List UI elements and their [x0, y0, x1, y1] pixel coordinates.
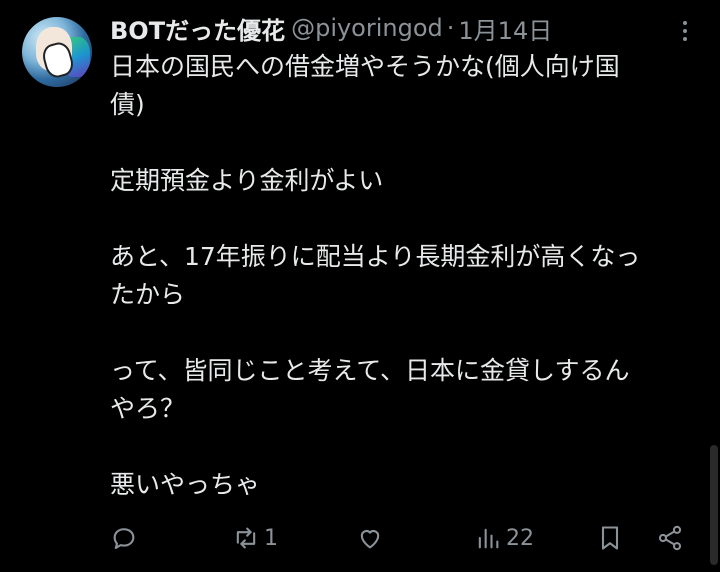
tweet-line: 日本の国民への借金増やそうかな(個人向け国 [110, 52, 620, 81]
tweet-line: 悪いやっちゃ [110, 470, 261, 499]
separator-dot: · [446, 14, 455, 42]
more-dot [683, 29, 687, 33]
reply-button[interactable] [110, 524, 138, 552]
views-icon [478, 528, 499, 549]
scrollbar[interactable] [710, 445, 718, 565]
tweet-text: 日本の国民への借金増やそうかな(個人向け国 債) 定期預金より金利がよい あと、… [110, 48, 702, 504]
share-icon [658, 525, 682, 551]
author-handle[interactable]: @piyoringod [291, 14, 443, 42]
retweet-icon [236, 527, 256, 549]
tweet-date[interactable]: 1月14日 [458, 11, 552, 46]
bookmark-icon [601, 526, 619, 550]
tweet-header: BOTだった優花 @piyoringod · 1月14日 [110, 10, 552, 46]
retweet-button[interactable]: 1 [232, 524, 278, 552]
more-options-icon[interactable] [676, 16, 694, 46]
tweet-line: 定期預金より金利がよい [110, 166, 384, 195]
avatar[interactable] [22, 17, 92, 87]
views-button[interactable]: 22 [474, 524, 534, 552]
views-count: 22 [506, 525, 534, 551]
retweet-count: 1 [264, 525, 278, 551]
tweet-line: やろ？ [110, 394, 186, 423]
author-name[interactable]: BOTだった優花 [110, 11, 285, 46]
like-icon [360, 530, 380, 549]
tweet-line: あと、17年振りに配当より長期金利が高くなっ [110, 242, 641, 271]
tweet-line: 債) [110, 90, 145, 119]
more-dot [683, 37, 687, 41]
bookmark-button[interactable] [596, 524, 624, 552]
tweet: BOTだった優花 @piyoringod · 1月14日 日本の国民への借金増や… [0, 0, 720, 572]
tweet-line: って、皆同じこと考えて、日本に金貸しするん [110, 356, 630, 385]
share-button[interactable] [656, 524, 684, 552]
more-dot [683, 21, 687, 25]
action-bar: 1 22 [0, 516, 720, 560]
like-button[interactable] [356, 524, 384, 552]
reply-icon [113, 528, 135, 549]
tweet-line: たから [110, 280, 186, 309]
